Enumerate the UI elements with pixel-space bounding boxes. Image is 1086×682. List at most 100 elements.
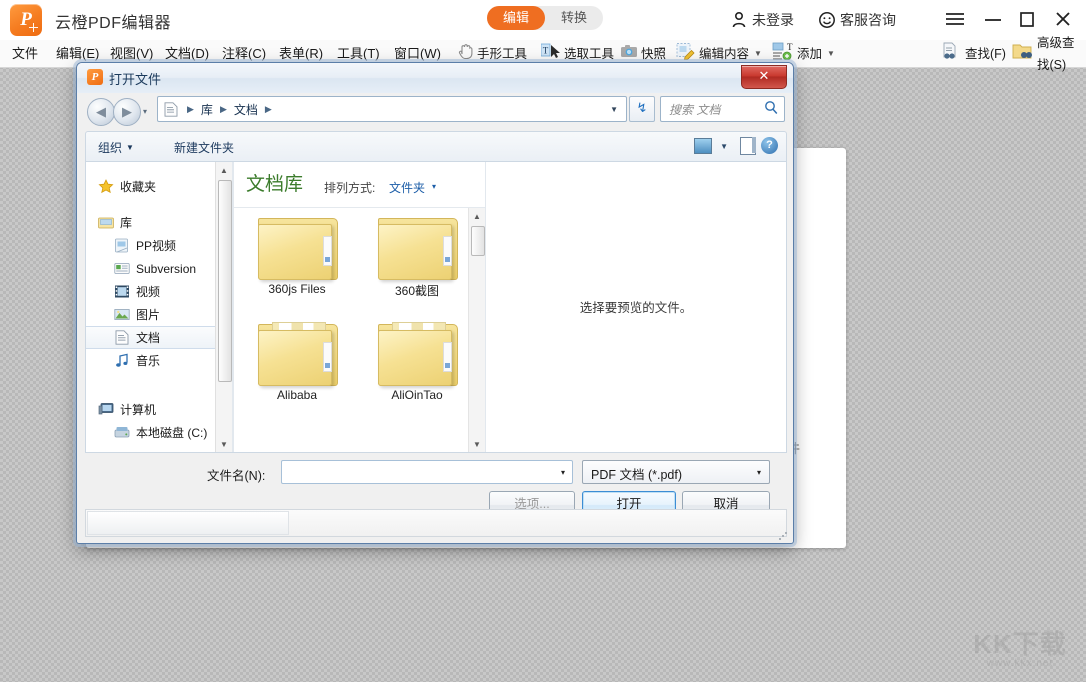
preview-message: 选择要预览的文件。	[486, 297, 786, 316]
customer-service-button[interactable]: 客服咨询	[818, 8, 896, 32]
chevron-down-icon[interactable]: ▾	[561, 468, 565, 477]
open-file-dialog: P 打开文件 ✕ ◀ ▶ ▾ ▶ 库 ▶ 文档 ▶ ▼ ↯ 搜索 文档 组织	[76, 62, 794, 544]
resize-grip[interactable]	[778, 531, 788, 541]
mode-tab-edit[interactable]: 编辑	[487, 6, 545, 30]
menu-tools[interactable]: 工具(T)	[333, 44, 384, 64]
arrange-by-value[interactable]: 文件夹	[389, 179, 425, 196]
folder-with-files-icon	[378, 320, 456, 386]
minimize-icon[interactable]	[978, 5, 1008, 33]
file-item[interactable]: 360js Files	[242, 214, 352, 296]
dialog-title: 打开文件	[109, 69, 161, 88]
dialog-titlebar: P 打开文件 ✕	[77, 63, 793, 93]
sidebar-label: 库	[120, 214, 132, 231]
sidebar-label: 计算机	[120, 401, 156, 418]
find-icon	[942, 42, 962, 67]
arrange-by-label: 排列方式:	[324, 179, 375, 196]
horizontal-scrollbar-thumb[interactable]	[87, 511, 289, 535]
forward-icon[interactable]: ▶	[113, 98, 141, 126]
maximize-icon[interactable]	[1012, 5, 1042, 33]
toolbar-find[interactable]: 查找(F)	[942, 43, 1006, 65]
scroll-up-icon[interactable]: ▲	[469, 208, 485, 224]
sidebar-item-documents[interactable]: 文档	[86, 326, 232, 349]
customer-service-label: 客服咨询	[840, 8, 896, 32]
sidebar-item-favorites[interactable]: 收藏夹	[86, 175, 232, 198]
scrollbar-thumb[interactable]	[218, 180, 232, 382]
smiley-icon	[818, 11, 836, 29]
menu-view[interactable]: 视图(V)	[106, 44, 157, 64]
mode-toggle[interactable]: 编辑 转换	[487, 6, 603, 30]
view-mode-chevron-icon[interactable]: ▼	[720, 142, 728, 151]
watermark: KK下载 www.kkx.net	[960, 630, 1080, 676]
dialog-close-button[interactable]: ✕	[741, 65, 787, 89]
scroll-up-icon[interactable]: ▲	[216, 162, 232, 178]
filename-input[interactable]: ▾	[281, 460, 573, 484]
sidebar-label: 文档	[136, 329, 160, 346]
history-dropdown-icon[interactable]: ▾	[143, 107, 147, 116]
chevron-down-icon[interactable]: ▼	[827, 43, 835, 65]
spacer	[86, 385, 232, 398]
hamburger-menu-icon[interactable]	[940, 5, 970, 33]
help-icon[interactable]: ?	[761, 137, 778, 154]
menu-window[interactable]: 窗口(W)	[390, 44, 445, 64]
search-input[interactable]: 搜索 文档	[660, 96, 785, 122]
chevron-down-icon[interactable]: ▼	[126, 143, 134, 152]
new-folder-button[interactable]: 新建文件夹	[174, 139, 234, 156]
menu-comment[interactable]: 注释(C)	[218, 44, 270, 64]
menu-form[interactable]: 表单(R)	[275, 44, 327, 64]
filename-label: 文件名(N):	[207, 465, 265, 484]
file-item-label: Alibaba	[242, 388, 352, 402]
sidebar-label: Subversion	[136, 262, 196, 276]
close-icon[interactable]	[1048, 5, 1078, 33]
sidebar-item-ppvideo[interactable]: PP视频	[86, 234, 232, 257]
breadcrumb-item-documents[interactable]: 文档	[232, 101, 260, 118]
spacer	[86, 372, 232, 385]
folder-icon	[258, 214, 336, 280]
preview-pane: 选择要预览的文件。	[485, 162, 786, 452]
file-item[interactable]: Alibaba	[242, 320, 352, 402]
document-icon	[114, 330, 130, 345]
dialog-form: 文件名(N): ▾ PDF 文档 (*.pdf) ▾ 选项... 打开 取消	[85, 455, 785, 503]
address-bar[interactable]: ▶ 库 ▶ 文档 ▶ ▼	[157, 96, 627, 122]
address-dropdown-icon[interactable]: ▼	[610, 105, 626, 114]
sidebar-item-pictures[interactable]: 图片	[86, 303, 232, 326]
dialog-command-bar: 组织 ▼ 新建文件夹 ▼ ?	[85, 131, 787, 162]
sidebar-scrollbar[interactable]: ▲ ▼	[215, 162, 232, 452]
toolbar-advanced-find[interactable]: 高级查找(S)	[1012, 43, 1086, 65]
sidebar-item-video[interactable]: 视频	[86, 280, 232, 303]
file-list-scrollbar[interactable]: ▲ ▼	[468, 208, 485, 452]
file-list-header: 文档库 排列方式: 文件夹 ▾	[234, 162, 485, 208]
scroll-down-icon[interactable]: ▼	[469, 436, 485, 452]
refresh-icon[interactable]: ↯	[629, 96, 655, 122]
login-button[interactable]: 未登录	[730, 8, 794, 32]
sidebar-item-subversion[interactable]: Subversion	[86, 257, 232, 280]
sidebar-item-music[interactable]: 音乐	[86, 349, 232, 372]
sidebar-item-local-disk-c[interactable]: 本地磁盘 (C:)	[86, 421, 232, 444]
mode-tab-convert[interactable]: 转换	[545, 6, 603, 30]
dialog-bottom-bar[interactable]	[85, 509, 787, 537]
watermark-sub: www.kkx.net	[960, 658, 1080, 669]
file-grid: 360js Files 360截图 Alibaba	[234, 208, 468, 452]
folder-with-files-icon	[258, 320, 336, 386]
sidebar-item-computer[interactable]: 计算机	[86, 398, 232, 421]
view-mode-icon[interactable]	[694, 138, 712, 154]
sidebar-item-libraries[interactable]: 库	[86, 211, 232, 234]
back-icon[interactable]: ◀	[87, 98, 115, 126]
chevron-down-icon[interactable]: ▾	[757, 468, 761, 477]
breadcrumb-sep: ▶	[215, 104, 232, 115]
breadcrumb-item-library[interactable]: 库	[199, 101, 215, 118]
file-item[interactable]: AliOinTao	[362, 320, 472, 402]
search-icon	[764, 100, 778, 118]
filetype-select[interactable]: PDF 文档 (*.pdf) ▾	[582, 460, 770, 484]
scroll-down-icon[interactable]: ▼	[216, 436, 232, 452]
menu-edit[interactable]: 编辑(E)	[52, 44, 103, 64]
spacer	[86, 198, 232, 211]
menu-file[interactable]: 文件	[8, 44, 42, 64]
scrollbar-thumb[interactable]	[471, 226, 485, 256]
navigation-sidebar: 收藏夹 库 PP视频 Subversion	[86, 162, 233, 452]
preview-pane-icon[interactable]	[740, 137, 756, 155]
organize-button[interactable]: 组织 ▼	[98, 139, 134, 156]
breadcrumb-sep: ▶	[182, 104, 199, 115]
menu-document[interactable]: 文档(D)	[161, 44, 213, 64]
chevron-down-icon[interactable]: ▾	[432, 182, 436, 191]
file-item[interactable]: 360截图	[362, 214, 472, 299]
